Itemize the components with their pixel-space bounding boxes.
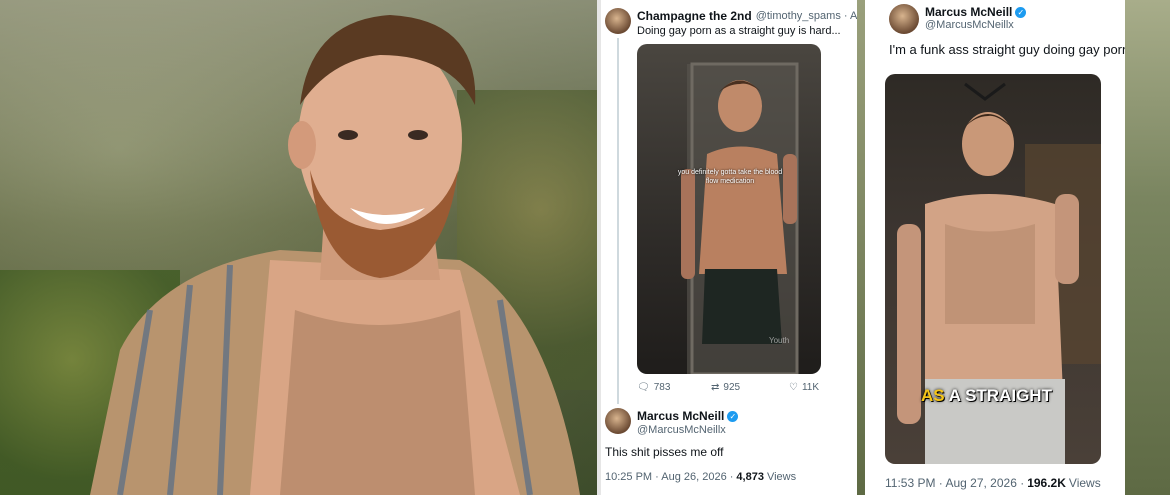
tweet-time: 11:53 PM · Aug 27, 2026 ·: [885, 476, 1025, 490]
verified-badge-icon: ✓: [1015, 6, 1027, 18]
like-button[interactable]: ♡ 11K: [789, 382, 819, 393]
thread-connector: [617, 38, 619, 404]
avatar[interactable]: [889, 4, 919, 34]
verified-badge-icon: ✓: [727, 410, 739, 422]
author-name[interactable]: Champagne the 2nd: [637, 9, 752, 23]
tweet-timestamp[interactable]: 10:25 PM · Aug 26, 2026 · 4,873 Views: [605, 471, 796, 483]
tweet-time: 10:25 PM · Aug 26, 2026 ·: [605, 471, 734, 483]
tweet-panel: Marcus McNeill ✓ @MarcusMcNeillx I'm a f…: [865, 0, 1129, 495]
views-count: 4,873: [736, 471, 764, 483]
reply-icon: 🗨: [637, 382, 650, 393]
reply-button[interactable]: 🗨 783: [637, 382, 670, 393]
video-caption: you definitely gotta take the blood flow…: [677, 169, 783, 185]
background-strip: [857, 0, 865, 495]
author-handle[interactable]: @MarcusMcNeillx: [925, 19, 1014, 31]
author-name[interactable]: Marcus McNeill: [637, 409, 724, 423]
retweet-button[interactable]: ⇄ 925: [711, 382, 740, 393]
portrait-photo: [0, 0, 597, 495]
tweet-text: Doing gay porn as a straight guy is hard…: [637, 25, 841, 37]
avatar[interactable]: [605, 408, 631, 434]
like-count: 11K: [801, 382, 820, 393]
author-handle[interactable]: @MarcusMcNeillx: [637, 424, 726, 436]
views-label: Views: [1068, 476, 1101, 490]
video-thumbnail[interactable]: AS A STRAIGHT: [885, 74, 1101, 464]
views-count: 196.2K: [1027, 476, 1066, 490]
video-thumbnail[interactable]: you definitely gotta take the blood flow…: [637, 44, 821, 374]
tweet-timestamp[interactable]: 11:53 PM · Aug 27, 2026 · 196.2K Views: [885, 476, 1101, 490]
tweet-text: I'm a funk ass straight guy doing gay po…: [889, 42, 1130, 57]
caption-highlight: AS: [921, 386, 945, 405]
mirror-selfie-figure: [681, 62, 799, 374]
reply-count: 783: [653, 382, 671, 393]
views-label: Views: [766, 471, 797, 483]
smiling-man-figure: [90, 15, 580, 495]
shorts-watermark: Youth: [769, 336, 790, 345]
author-handle[interactable]: @timothy_spams: [756, 10, 841, 22]
retweet-count: 925: [723, 382, 741, 393]
background-strip: [1125, 0, 1170, 495]
video-caption: AS A STRAIGHT: [921, 386, 1052, 406]
avatar[interactable]: [605, 8, 631, 34]
heart-icon: ♡: [789, 382, 798, 393]
retweet-icon: ⇄: [711, 382, 720, 393]
caption-rest: A STRAIGHT: [944, 386, 1052, 405]
tweet-thread-panel: Champagne the 2nd @timothy_spams · Aug 2…: [601, 0, 885, 495]
author-name[interactable]: Marcus McNeill: [925, 5, 1012, 19]
tweet-text: This shit pisses me off: [605, 445, 724, 459]
